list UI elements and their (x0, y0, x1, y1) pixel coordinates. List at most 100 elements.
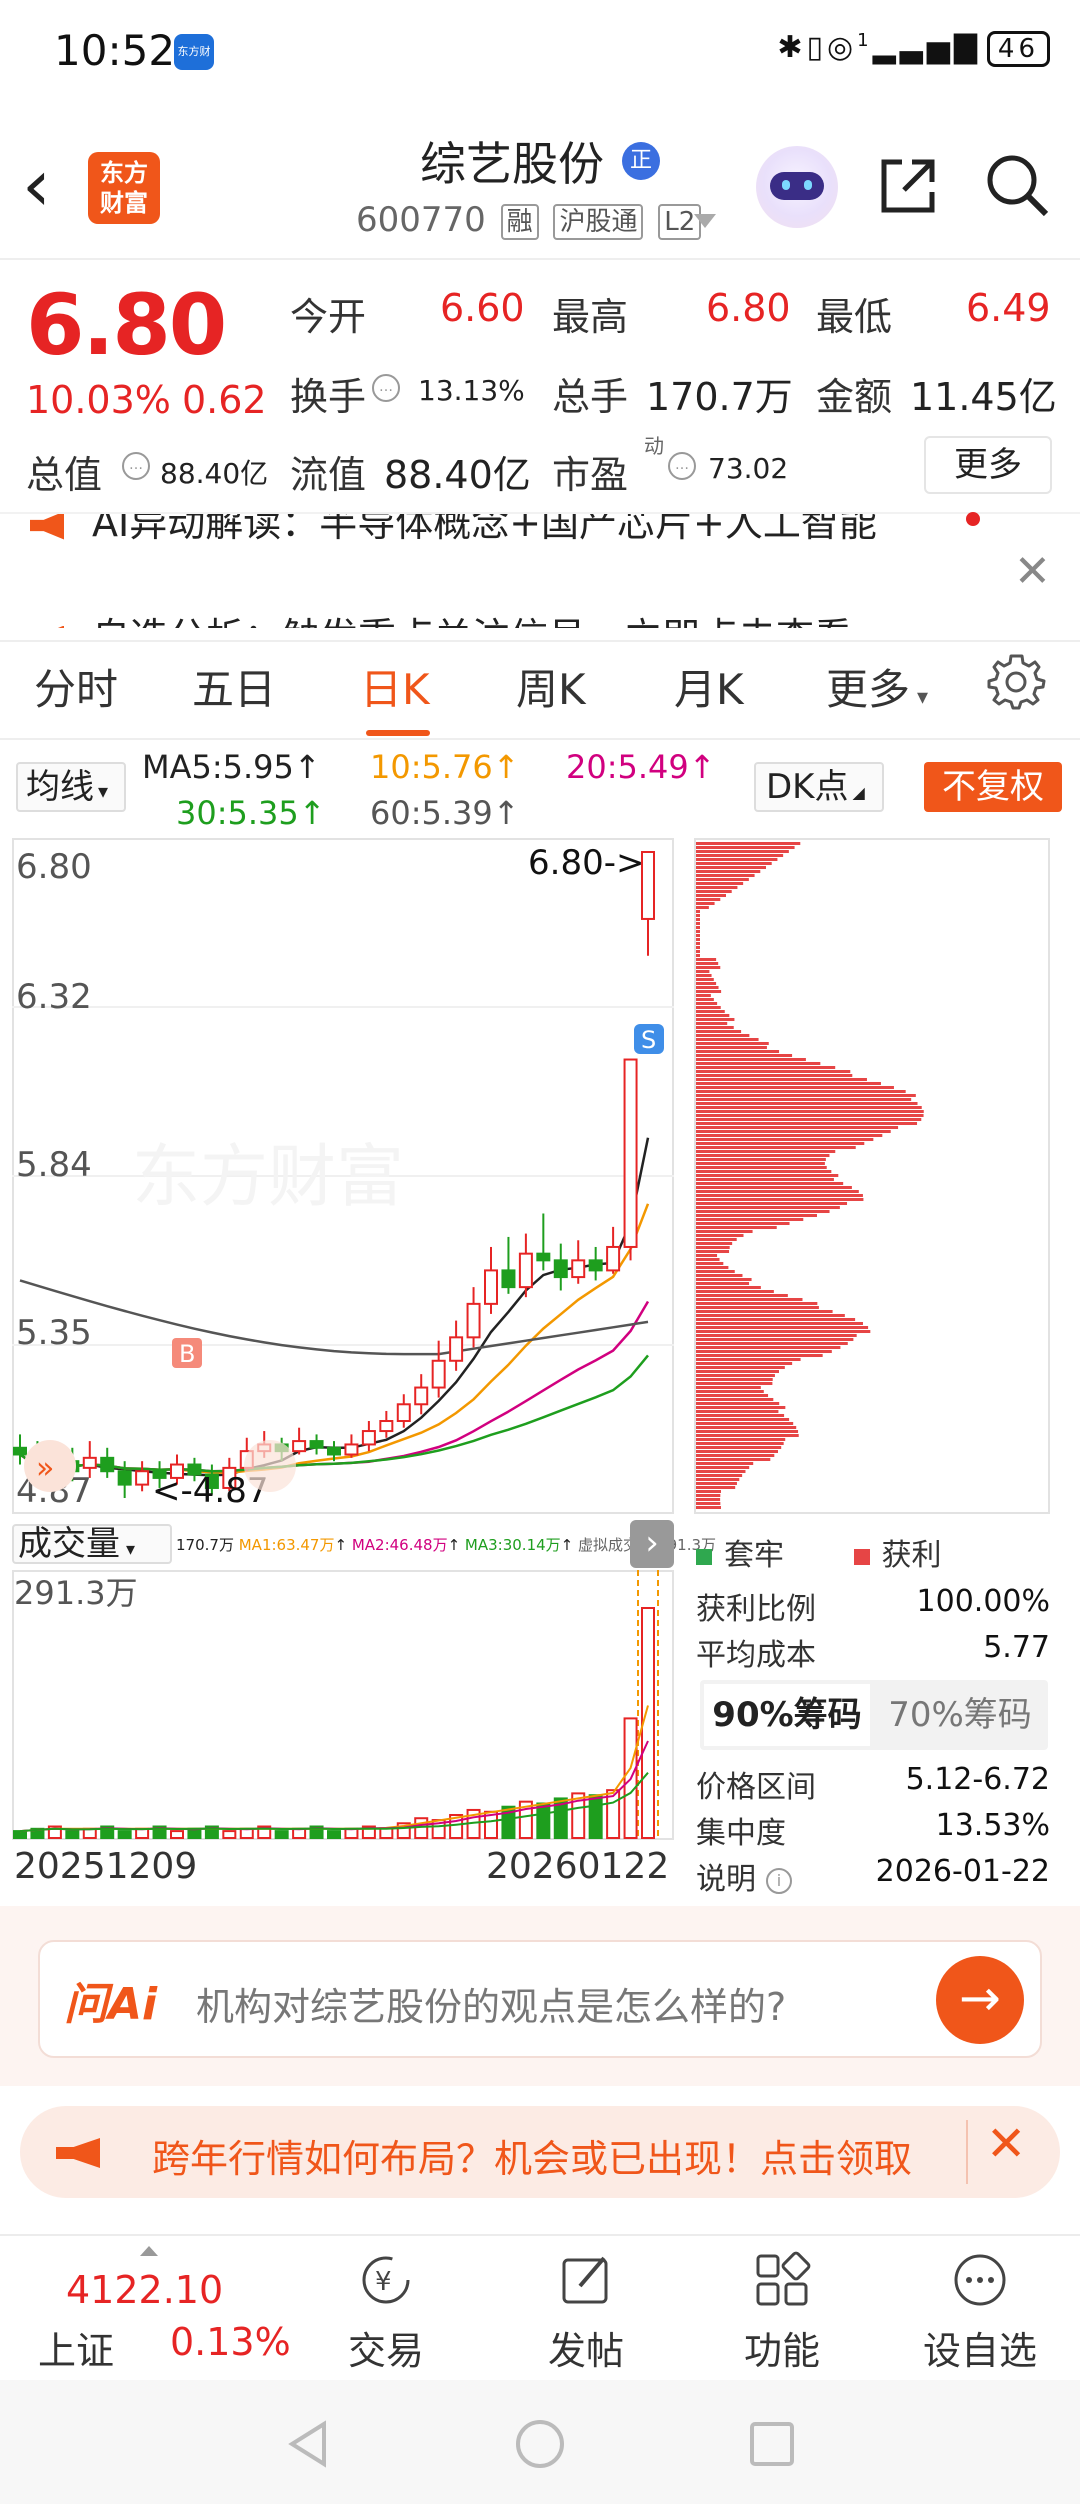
adjust-toggle[interactable]: 不复权 (924, 762, 1062, 812)
promo-text[interactable]: 跨年行情如何布局？机会或已出现！点击领取 (152, 2128, 932, 2183)
chip-bar (696, 1222, 790, 1225)
nav-add-watchlist[interactable]: 设自选 (910, 2250, 1050, 2375)
pe-label: 市盈 (552, 453, 629, 497)
signal-icon: ▂▃▅▇ (872, 30, 981, 65)
ai-question-box[interactable]: 问Ai 机构对综艺股份的观点是怎么样的? → (38, 1940, 1042, 2058)
tab-weekly-k[interactable]: 周K (516, 656, 586, 717)
chip-70-button[interactable]: 70%筹码 (876, 1684, 1044, 1746)
chip-bar (696, 1382, 773, 1385)
chip-90-button[interactable]: 90%筹码 (704, 1684, 870, 1746)
chip-bar (696, 1442, 784, 1445)
tab-monthly-k[interactable]: 月K (674, 656, 744, 717)
app-notification-icon: 东方财富 (174, 34, 214, 94)
chip-bar (696, 1042, 769, 1045)
candle-body (361, 1430, 376, 1446)
news-ticker[interactable]: AI异动解读：半导体概念+国产芯片+人工智能 自选分析：触发重点关注信号，立即点… (0, 512, 1080, 628)
trade-icon: ¥ (362, 2256, 410, 2304)
info-icon[interactable]: … (372, 374, 400, 402)
promo-banner[interactable]: 跨年行情如何布局？机会或已出现！点击领取 ✕ (20, 2106, 1060, 2198)
chevron-right-icon[interactable]: › (630, 1520, 674, 1568)
chip-bar (696, 926, 700, 929)
chip-bar (696, 874, 755, 877)
tab-daily-k[interactable]: 日K (360, 656, 430, 717)
info-icon[interactable]: … (668, 452, 696, 480)
chip-bar (696, 1190, 859, 1193)
news-item[interactable]: 自选分析：触发重点关注信号，立即点击查看 (30, 606, 852, 628)
volume-value: 170.7万 (646, 375, 793, 419)
chip-bar (696, 1122, 918, 1125)
search-icon[interactable] (982, 150, 1052, 220)
index-percent[interactable]: 0.13% (170, 2320, 291, 2364)
news-item[interactable]: AI异动解读：半导体概念+国产芯片+人工智能 (30, 514, 877, 547)
back-triangle-icon[interactable] (280, 2416, 336, 2472)
chip-bar (696, 886, 738, 889)
gear-icon[interactable] (986, 650, 1046, 710)
chip-bar (696, 1018, 735, 1021)
info-icon[interactable]: i (766, 1867, 792, 1894)
chip-bar (696, 1210, 830, 1213)
amount-value: 11.45亿 (910, 375, 1057, 419)
nav-trade[interactable]: ¥ 交易 (316, 2250, 456, 2375)
chip-bar (696, 1034, 750, 1037)
last-price-tag: 6.80-> (528, 843, 644, 883)
chip-bar (696, 1282, 750, 1285)
recents-square-icon[interactable] (744, 2416, 800, 2472)
chip-bar (696, 1186, 852, 1189)
ma-selector[interactable]: 均线 ▾ (16, 762, 126, 812)
chip-bar (696, 1398, 774, 1401)
dk-point-selector[interactable]: DK点 ◢ (754, 762, 884, 812)
info-icon[interactable]: … (122, 452, 150, 480)
chip-bar (696, 978, 714, 981)
chip-bar (696, 1358, 801, 1361)
note-row[interactable]: 说明 i 2026-01-22 (696, 1854, 1050, 1898)
high-label: 最高 (552, 295, 629, 339)
index-name[interactable]: 上证 (38, 2320, 114, 2375)
chip-bar (696, 1262, 724, 1265)
chevron-down-icon[interactable] (694, 214, 716, 228)
chip-distribution-chart[interactable] (694, 838, 1050, 1514)
chip-bar (696, 1246, 730, 1249)
chip-bar (696, 1378, 773, 1381)
nav-functions[interactable]: 功能 (712, 2250, 852, 2375)
expand-up-icon[interactable] (140, 2246, 158, 2256)
chip-bar (696, 1098, 912, 1101)
volume-selector[interactable]: 成交量 ▾ (12, 1524, 172, 1564)
home-circle-icon[interactable] (512, 2416, 568, 2472)
stock-code-row[interactable]: 600770 融 沪股通 L2 (356, 200, 702, 240)
megaphone-icon (30, 514, 64, 540)
megaphone-icon (56, 2138, 100, 2168)
chip-bar (696, 1394, 769, 1397)
arrow-right-icon[interactable]: → (936, 1956, 1024, 2044)
eastmoney-logo[interactable]: 东方 财富 (88, 152, 160, 224)
y-label: 6.32 (16, 977, 92, 1017)
nav-post[interactable]: 发帖 (516, 2250, 656, 2375)
tab-five-day[interactable]: 五日 (192, 656, 276, 717)
tab-more[interactable]: 更多 ▾ (826, 656, 928, 717)
close-icon[interactable]: ✕ (986, 2116, 1026, 2172)
candle-body (501, 1269, 516, 1289)
chip-bar (696, 1254, 718, 1257)
index-value[interactable]: 4122.10 (66, 2268, 223, 2312)
share-icon[interactable] (876, 154, 940, 218)
turnover-value: 13.13% (418, 374, 525, 407)
chip-bar (696, 1154, 830, 1157)
candle-body (606, 1245, 621, 1272)
chip-bar (696, 1174, 839, 1177)
ai-assistant-icon[interactable] (756, 146, 838, 228)
chip-bar (696, 1082, 881, 1085)
ai-question[interactable]: 机构对综艺股份的观点是怎么样的? (196, 1976, 786, 2031)
back-button[interactable]: ‹ (22, 149, 72, 221)
candle-body (327, 1446, 341, 1456)
chip-bar (696, 1066, 836, 1069)
more-button[interactable]: 更多 (924, 436, 1052, 494)
volume-max-label: 291.3万 (14, 1574, 138, 1612)
stock-name[interactable]: 综艺股份 (420, 128, 604, 194)
chip-bar (696, 1354, 823, 1357)
volume-chart[interactable]: 291.3万 (12, 1570, 674, 1840)
chip-bar (696, 850, 789, 853)
chip-bar (696, 882, 744, 885)
chip-bar (696, 942, 700, 945)
tab-intraday[interactable]: 分时 (34, 656, 118, 717)
close-icon[interactable]: ✕ (1014, 546, 1051, 597)
kline-chart[interactable]: 东方财富 6.80 6.32 5.84 5.35 4.87 6.80-> <-4… (12, 838, 674, 1514)
